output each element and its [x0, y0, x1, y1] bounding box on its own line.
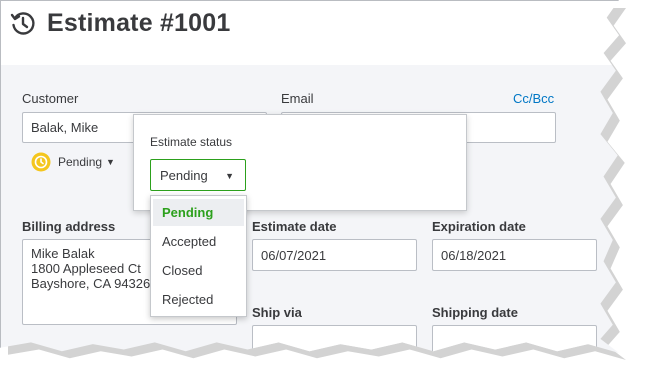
customer-label: Customer	[22, 91, 79, 106]
estimate-date-label: Estimate date	[252, 219, 337, 234]
caret-down-icon: ▼	[106, 157, 115, 167]
status-select-value: Pending	[160, 167, 208, 183]
customer-value: Balak, Mike	[31, 120, 99, 135]
status-options-list: Pending Accepted Closed Rejected	[150, 195, 247, 317]
caret-down-icon: ▼	[225, 171, 234, 181]
status-option-closed[interactable]: Closed	[153, 257, 244, 284]
expiration-date-label: Expiration date	[432, 219, 526, 234]
ship-via-label: Ship via	[252, 305, 302, 320]
estimate-date-field[interactable]: 06/07/2021	[252, 239, 417, 271]
expiration-date-value: 06/18/2021	[441, 247, 507, 263]
status-option-accepted[interactable]: Accepted	[153, 228, 244, 255]
email-label: Email	[281, 91, 314, 106]
history-icon[interactable]	[9, 10, 37, 38]
pending-clock-icon	[31, 152, 51, 172]
estimate-date-value: 06/07/2021	[261, 247, 327, 263]
cc-bcc-link[interactable]: Cc/Bcc	[513, 91, 554, 106]
estimate-form: Estimate #1001 Customer Balak, Mike Emai…	[0, 0, 619, 353]
shipping-date-label: Shipping date	[432, 305, 518, 320]
status-option-rejected[interactable]: Rejected	[153, 286, 244, 313]
expiration-date-field[interactable]: 06/18/2021	[432, 239, 597, 271]
page-title: Estimate #1001	[47, 9, 231, 37]
status-dropdown-trigger[interactable]: Pending ▼	[31, 152, 115, 172]
page-header: Estimate #1001	[1, 1, 619, 65]
status-option-pending[interactable]: Pending	[153, 199, 244, 226]
status-current: Pending	[58, 155, 103, 169]
billing-address-label: Billing address	[22, 219, 116, 234]
popover-title: Estimate status	[150, 135, 233, 149]
status-select[interactable]: Pending ▼	[150, 159, 246, 191]
screenshot-frame: Estimate #1001 Customer Balak, Mike Emai…	[0, 0, 645, 370]
